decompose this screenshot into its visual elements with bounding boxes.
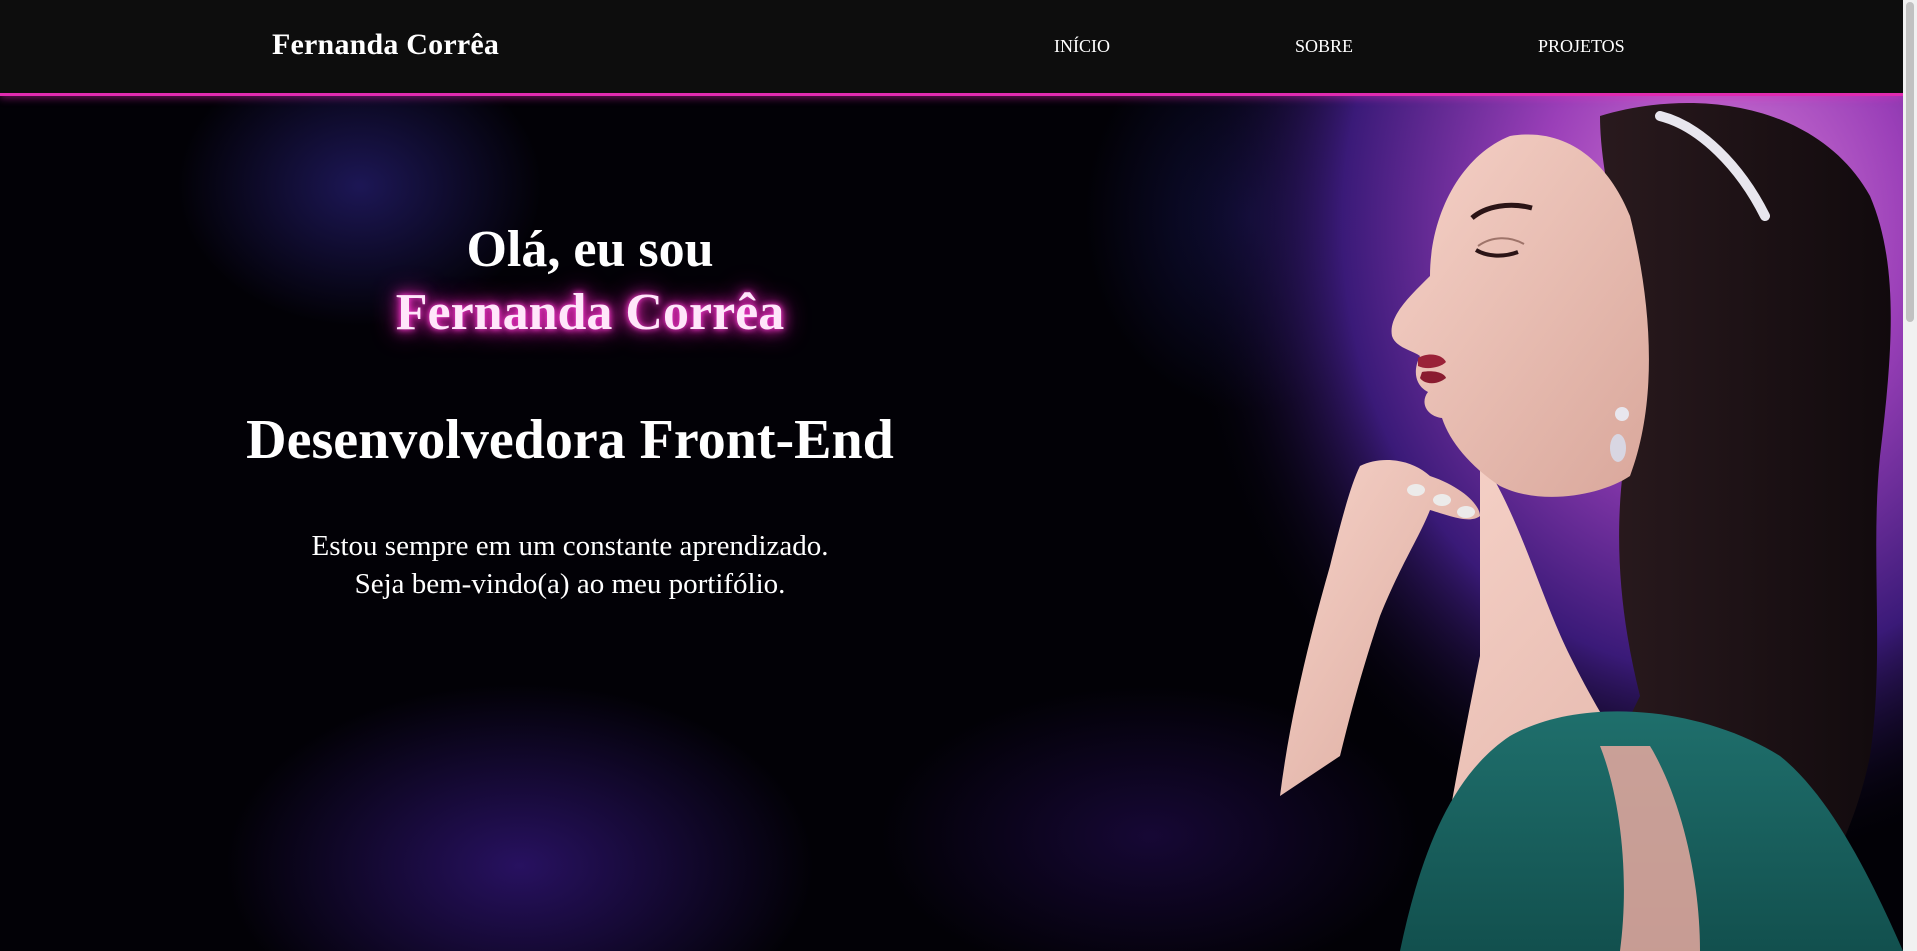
vertical-scrollbar[interactable] (1903, 0, 1917, 951)
portfolio-page: Fernanda Corrêa INÍCIO SOBRE PROJETOS Ol… (0, 0, 1917, 951)
hero-section: Olá, eu sou Fernanda Corrêa Desenvolvedo… (0, 96, 1903, 951)
scrollbar-thumb[interactable] (1906, 2, 1914, 322)
role-title: Desenvolvedora Front-End (246, 409, 894, 471)
tagline-line-1: Estou sempre em um constante aprendizado… (311, 530, 829, 562)
nav-link-projetos[interactable]: PROJETOS (1538, 36, 1625, 57)
greeting-text: Olá, eu sou (466, 221, 714, 278)
site-header: Fernanda Corrêa INÍCIO SOBRE PROJETOS (0, 0, 1903, 96)
nav-link-sobre[interactable]: SOBRE (1295, 36, 1353, 57)
tagline-line-2: Seja bem-vindo(a) ao meu portifólio. (354, 568, 786, 600)
brand-logo[interactable]: Fernanda Corrêa (272, 28, 499, 62)
hero-name: Fernanda Corrêa (395, 284, 785, 341)
nav-link-inicio[interactable]: INÍCIO (1054, 36, 1110, 57)
profile-photo (1180, 96, 1903, 951)
